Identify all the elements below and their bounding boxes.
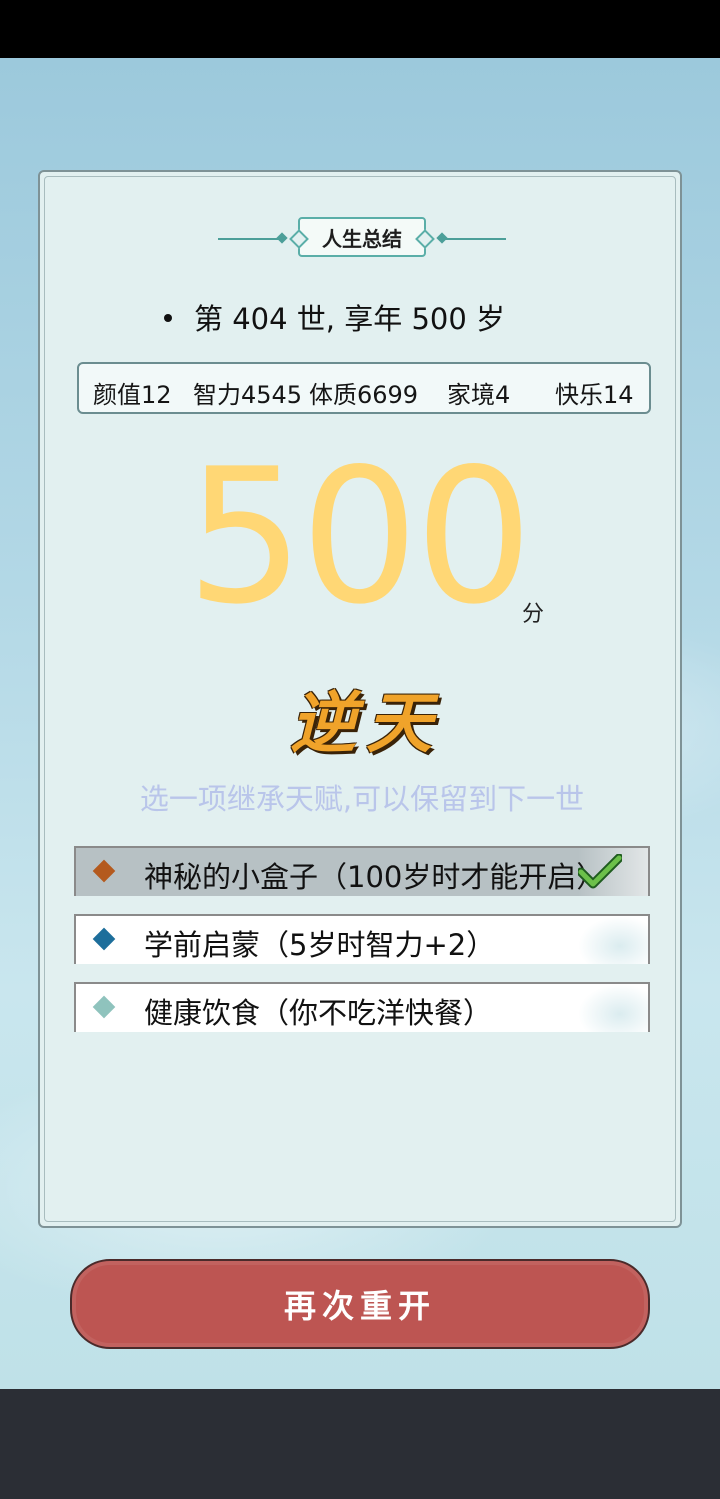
- title-divider-left: [218, 238, 280, 240]
- score-grade: 逆天: [290, 684, 442, 762]
- score-unit: 分: [522, 602, 545, 627]
- restart-button[interactable]: 再次重开: [70, 1259, 650, 1349]
- talent-option-1[interactable]: 神秘的小盒子（100岁时才能开启）: [74, 846, 650, 896]
- title-ornament: [276, 232, 288, 244]
- navigation-bar: [0, 1389, 720, 1499]
- stat-beauty: 颜值12: [93, 381, 172, 409]
- status-bar: [0, 0, 720, 58]
- bamboo-leaf-decoration: [578, 984, 648, 1032]
- bamboo-leaf-decoration: [578, 916, 648, 964]
- talent-option-3[interactable]: 健康饮食（你不吃洋快餐）: [74, 982, 650, 1032]
- stat-family: 家境4: [447, 381, 511, 409]
- diamond-icon: [92, 859, 116, 883]
- summary-title: 人生总结: [322, 226, 402, 251]
- inherit-prompt: 选一项继承天赋,可以保留到下一世: [139, 782, 585, 816]
- title-divider-right: [444, 238, 506, 240]
- summary-panel: 人生总结 第 404 世, 享年 500 岁 颜值12 智力4545 体质669…: [38, 170, 682, 1228]
- attribute-stats-box: 颜值12 智力4545 体质6699 家境4 快乐14: [77, 362, 651, 414]
- talent-option-2[interactable]: 学前启蒙（5岁时智力+2）: [74, 914, 650, 964]
- game-area: 人生总结 第 404 世, 享年 500 岁 颜值12 智力4545 体质669…: [0, 58, 720, 1389]
- title-ornament: [289, 229, 309, 249]
- summary-title-row: 人生总结: [40, 214, 684, 264]
- summary-title-badge: 人生总结: [289, 217, 435, 257]
- talent-label: 神秘的小盒子（100岁时才能开启）: [144, 860, 606, 894]
- diamond-icon: [92, 995, 116, 1019]
- final-score: 500: [186, 428, 533, 645]
- life-summary-line: 第 404 世, 享年 500 岁: [164, 296, 505, 338]
- diamond-icon: [92, 927, 116, 951]
- talent-label: 健康饮食（你不吃洋快餐）: [144, 996, 493, 1030]
- checkmark-icon: [578, 854, 622, 889]
- stat-constitution: 体质6699: [309, 381, 419, 409]
- stat-happiness: 快乐14: [555, 381, 634, 409]
- life-summary-text: 第 404 世, 享年 500 岁: [194, 302, 506, 336]
- talent-label: 学前启蒙（5岁时智力+2）: [144, 928, 496, 962]
- title-ornament: [415, 229, 435, 249]
- stat-intelligence: 智力4545: [193, 381, 303, 409]
- bullet-icon: [164, 314, 172, 322]
